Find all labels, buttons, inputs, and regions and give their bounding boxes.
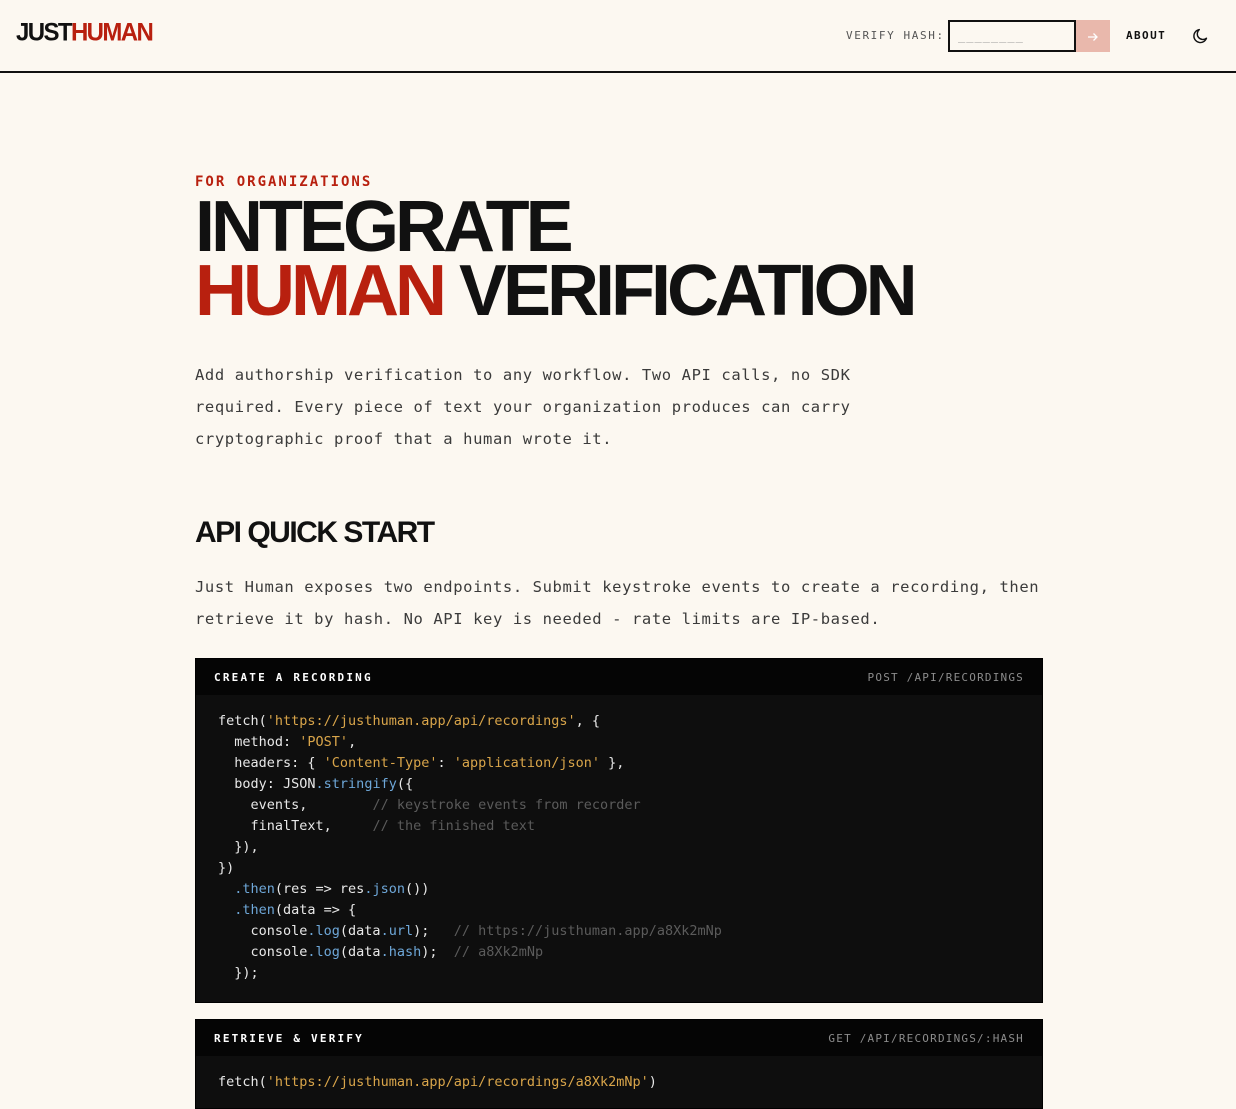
code-token: console	[218, 944, 308, 960]
hero-title-highlight: HUMAN	[195, 251, 447, 331]
code-block-body[interactable]: fetch('https://justhuman.app/api/recordi…	[196, 695, 1042, 1000]
code-line: })	[218, 858, 1020, 879]
code-token: console	[218, 923, 308, 939]
hero-lead: Add authorship verification to any workf…	[195, 366, 851, 448]
code-line: }),	[218, 837, 1020, 858]
code-token: });	[218, 965, 259, 981]
code-block-endpoint: GET /API/RECORDINGS/:HASH	[828, 1031, 1024, 1045]
code-block-header: CREATE A RECORDING POST /API/RECORDINGS	[196, 659, 1042, 695]
code-line: method: 'POST',	[218, 732, 1020, 753]
hero-title-line-1: INTEGRATE	[195, 187, 574, 267]
code-token: .log	[307, 944, 340, 960]
code-token: )	[648, 1074, 657, 1090]
code-token: fetch(	[218, 713, 267, 729]
code-token: },	[600, 755, 625, 771]
code-block-endpoint: POST /API/RECORDINGS	[867, 670, 1024, 684]
code-line: console.log(data.url); // https://justhu…	[218, 921, 1020, 942]
code-token: 'https://justhuman.app/api/recordings/a8…	[266, 1074, 649, 1090]
code-line: events, // keystroke events from recorde…	[218, 795, 1020, 816]
code-token: 'Content-Type'	[323, 755, 438, 771]
code-line: finalText, // the finished text	[218, 816, 1020, 837]
code-token: .then	[234, 902, 275, 918]
code-block-title: RETRIEVE & VERIFY	[214, 1031, 364, 1045]
site-header: JUSTHUMAN VERIFY HASH: ABOUT	[0, 0, 1236, 73]
arrow-right-icon	[1088, 33, 1098, 42]
code-token: ({	[396, 776, 414, 792]
theme-toggle-button[interactable]	[1191, 26, 1211, 46]
code-token: .stringify	[315, 776, 397, 792]
verify-hash-input[interactable]	[948, 20, 1076, 52]
code-token: finalText,	[218, 818, 373, 834]
code-token: .log	[307, 923, 340, 939]
code-token: ,	[348, 734, 357, 750]
code-token: (res => res	[274, 881, 365, 897]
code-line: fetch('https://justhuman.app/api/recordi…	[218, 711, 1020, 732]
code-block-title: CREATE A RECORDING	[214, 670, 373, 684]
code-block-header: RETRIEVE & VERIFY GET /API/RECORDINGS/:H…	[196, 1020, 1042, 1056]
code-token: 'POST'	[299, 734, 349, 750]
code-token: (data	[339, 923, 381, 939]
code-token: (data => {	[274, 902, 357, 918]
code-token: }),	[218, 839, 259, 855]
code-token: :	[437, 755, 454, 771]
code-token: .json	[364, 881, 405, 897]
code-block-retrieve: RETRIEVE & VERIFY GET /API/RECORDINGS/:H…	[195, 1019, 1043, 1109]
hero-title-line-2: HUMAN VERIFICATION	[195, 255, 995, 327]
code-token: .url	[380, 923, 414, 939]
code-token: })	[218, 860, 235, 876]
code-token: fetch(	[218, 1074, 267, 1090]
code-token: 'application/json'	[453, 755, 601, 771]
code-line: .then(res => res.json())	[218, 879, 1020, 900]
code-token: // a8Xk2mNp	[453, 944, 544, 960]
code-token: .hash	[380, 944, 422, 960]
verify-submit-button[interactable]	[1076, 20, 1110, 52]
hero-title: INTEGRATE HUMAN VERIFICATION	[195, 187, 995, 327]
code-line: console.log(data.hash); // a8Xk2mNp	[218, 942, 1020, 963]
code-line: headers: { 'Content-Type': 'application/…	[218, 753, 1020, 774]
code-block-body[interactable]: fetch('https://justhuman.app/api/recordi…	[196, 1056, 1042, 1109]
code-line: body: JSON.stringify({	[218, 774, 1020, 795]
section-title: API QUICK START	[195, 516, 435, 549]
code-token: );	[413, 923, 454, 939]
about-link[interactable]: ABOUT	[1126, 29, 1166, 43]
code-token: events,	[218, 797, 373, 813]
code-token: // https://justhuman.app/a8Xk2mNp	[453, 923, 722, 939]
verify-hash-label: VERIFY HASH:	[846, 29, 945, 42]
code-token: // keystroke events from recorder	[372, 797, 641, 813]
code-token: , {	[575, 713, 601, 729]
hero-title-rest: VERIFICATION	[458, 251, 918, 331]
code-token: .then	[234, 881, 275, 897]
code-token: headers: {	[218, 755, 324, 771]
code-token: // the finished text	[372, 818, 535, 834]
code-token: ())	[404, 881, 430, 897]
code-block-create: CREATE A RECORDING POST /API/RECORDINGS …	[195, 658, 1043, 1003]
code-line: });	[218, 963, 1020, 984]
code-line: .then(data => {	[218, 900, 1020, 921]
code-token: body: JSON	[218, 776, 316, 792]
logo-part-human: HUMAN	[70, 18, 154, 47]
code-token: 'https://justhuman.app/api/recordings'	[266, 713, 576, 729]
code-token: );	[421, 944, 454, 960]
logo[interactable]: JUSTHUMAN	[16, 17, 154, 49]
logo-part-just: JUST	[16, 18, 73, 47]
moon-icon	[1193, 28, 1208, 44]
section-description: Just Human exposes two endpoints. Submit…	[195, 578, 1040, 628]
code-token: method:	[218, 734, 300, 750]
code-token: (data	[339, 944, 381, 960]
